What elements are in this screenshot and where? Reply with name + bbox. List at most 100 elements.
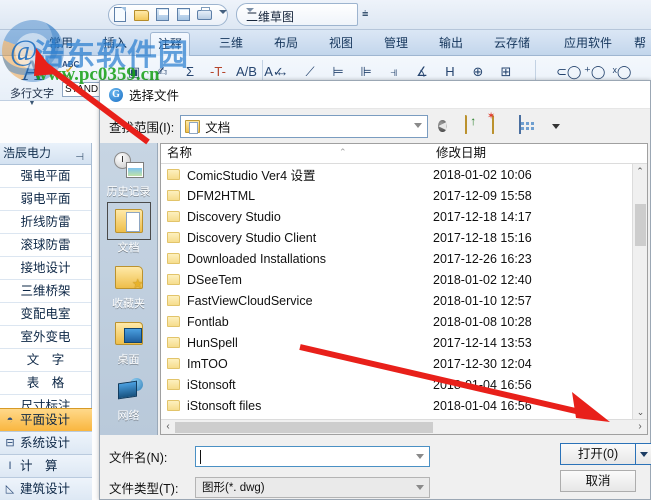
palette-item-shiwaibiandian[interactable]: 室外变电 [0, 326, 91, 349]
print-icon[interactable] [196, 5, 214, 25]
vertical-scroll-thumb[interactable] [635, 204, 646, 246]
favorites-icon [114, 265, 144, 292]
file-list[interactable]: 名称 修改日期 ⌃ ComicStudio Ver4 设置 2018-01-02 … [160, 143, 648, 435]
chevron-down-icon[interactable] [414, 122, 423, 128]
palette-category-jisuan[interactable]: I 计 算 [0, 454, 92, 477]
place-documents[interactable]: 文档 [100, 202, 157, 259]
tab-changyong[interactable]: 常用 [42, 32, 80, 56]
table-row[interactable]: Discovery Studio Client 2017-12-18 15:16 [161, 227, 632, 248]
dialog-body: 历史记录 文档 收藏夹 桌面 网络 名称 修改日期 ⌃ [100, 143, 650, 435]
new-file-icon[interactable] [112, 5, 130, 25]
table-row[interactable]: Discovery Studio 2017-12-18 14:17 [161, 206, 632, 227]
new-folder-button[interactable] [492, 115, 513, 136]
palette-category-jianzhusheji[interactable]: ◺ 建筑设计 [0, 477, 92, 500]
dialog-title-bar: G 选择文件 [100, 81, 650, 109]
up-one-level-button[interactable] [465, 115, 486, 136]
palette-item-qiangdian[interactable]: 强电平面 [0, 165, 91, 188]
file-date-cell: 2017-12-18 14:17 [433, 209, 532, 224]
palette-item-zhexianfanglei[interactable]: 折线防雷 [0, 211, 91, 234]
horizontal-scroll-thumb[interactable] [175, 422, 433, 433]
table-row[interactable]: Fontlab 2018-01-08 10:28 [161, 311, 632, 332]
table-row[interactable]: Downloaded Installations 2017-12-26 16:23 [161, 248, 632, 269]
palette-title-bar: 浩辰电力 ⊣ [0, 143, 91, 165]
chevron-down-icon[interactable] [246, 8, 254, 12]
text-caret [200, 449, 201, 464]
palette-category-list: ◓ 平面设计 ⊟ 系统设计 I 计 算 ◺ 建筑设计 [0, 408, 92, 500]
palette-item-sanweiqiaojia[interactable]: 三维桥架 [0, 280, 91, 303]
palette-item-jiedi[interactable]: 接地设计 [0, 257, 91, 280]
tab-guanli[interactable]: 管理 [377, 32, 415, 56]
file-name-cell: Discovery Studio Client [187, 230, 317, 245]
scroll-down-icon[interactable]: ⌄ [633, 405, 647, 419]
quick-access-toolbar: 二维草图 ⩧ [0, 0, 651, 30]
look-in-row: 查找范围(I): 文档 ◀ [100, 109, 650, 143]
tab-yingyong[interactable]: 应用软件 [557, 32, 619, 56]
table-row[interactable]: HunSpell 2017-12-14 13:53 [161, 332, 632, 353]
dialog-footer: 文件名(N): 文件类型(T): 图形(*. dwg) 打开(0) 取消 [100, 435, 651, 499]
table-row[interactable]: iStonsoft 2018-01-04 16:56 [161, 374, 632, 395]
place-favorites[interactable]: 收藏夹 [100, 259, 157, 315]
horizontal-scrollbar[interactable]: ‹ › [161, 419, 647, 434]
tab-buju[interactable]: 布局 [267, 32, 305, 56]
save-as-icon[interactable] [175, 5, 193, 25]
up-folder-icon [465, 115, 468, 134]
chevron-down-icon[interactable] [552, 123, 561, 129]
chevron-down-icon[interactable] [416, 453, 424, 459]
chevron-down-icon[interactable]: ▼ [6, 100, 58, 107]
palette-item-biaoge[interactable]: 表 格 [0, 372, 91, 395]
scroll-left-icon[interactable]: ‹ [161, 420, 175, 434]
chevron-down-icon[interactable] [416, 484, 424, 490]
file-name-label: 文件名(N): [109, 450, 168, 465]
table-row[interactable]: ImTOO 2017-12-30 12:04 [161, 353, 632, 374]
palette-category-label: 平面设计 [20, 413, 71, 427]
column-header-name[interactable]: 名称 [161, 144, 433, 163]
scroll-right-icon[interactable]: › [633, 420, 647, 434]
table-row[interactable]: DSeeTem 2018-01-02 12:40 [161, 269, 632, 290]
look-in-combo[interactable]: 文档 [180, 114, 429, 138]
open-folder-icon[interactable] [133, 5, 151, 25]
documents-icon [114, 209, 143, 233]
palette-item-biandianshi[interactable]: 变配电室 [0, 303, 91, 326]
file-type-select[interactable]: 图形(*. dwg) [195, 476, 430, 498]
spell-check-icon[interactable]: ABC [62, 60, 79, 76]
palette-category-xitongsheji[interactable]: ⊟ 系统设计 [0, 431, 92, 454]
back-button[interactable]: ◀ [438, 116, 459, 136]
file-name-input[interactable] [195, 445, 430, 467]
scroll-up-icon[interactable]: ⌃ [633, 164, 647, 178]
tab-bangzhu[interactable]: 帮 [627, 32, 651, 56]
tab-zhushi[interactable]: 注释 [150, 32, 191, 56]
quick-access-overflow-icon[interactable] [219, 10, 227, 14]
file-date-cell: 2017-12-18 15:16 [433, 230, 532, 245]
multiline-text-button[interactable]: A 多行文字 ▼ [6, 56, 58, 108]
palette-item-ruodian[interactable]: 弱电平面 [0, 188, 91, 211]
tab-yuncunchu[interactable]: 云存储 [487, 32, 537, 56]
column-header-date[interactable]: 修改日期 [433, 144, 647, 163]
tab-shitu[interactable]: 视图 [322, 32, 360, 56]
vertical-scrollbar[interactable]: ⌃ ⌄ [632, 164, 647, 419]
table-row[interactable]: FastViewCloudService 2018-01-10 12:57 [161, 290, 632, 311]
save-icon[interactable] [154, 5, 172, 25]
tab-charu[interactable]: 插入 [96, 32, 134, 56]
file-name-cell: iStonsoft files [187, 398, 262, 413]
pin-icon[interactable]: ⊣ [75, 147, 84, 168]
place-network[interactable]: 网络 [100, 371, 157, 427]
open-button[interactable]: 打开(0) [560, 443, 636, 465]
place-desktop[interactable]: 桌面 [100, 315, 157, 371]
cancel-button[interactable]: 取消 [560, 470, 636, 492]
file-date-cell: 2017-12-26 16:23 [433, 251, 532, 266]
open-dropdown-button[interactable] [636, 443, 651, 465]
tab-sanwei[interactable]: 三维 [212, 32, 250, 56]
toolbar-more-icon[interactable]: ⩧ [362, 8, 368, 21]
places-bar: 历史记录 文档 收藏夹 桌面 网络 [100, 143, 158, 435]
palette-item-gunqiufanglei[interactable]: 滚球防雷 [0, 234, 91, 257]
place-history[interactable]: 历史记录 [100, 147, 157, 203]
views-button[interactable] [519, 115, 549, 136]
power-palette: 浩辰电力 ⊣ 强电平面 弱电平面 折线防雷 滚球防雷 接地设计 三维桥架 变配电… [0, 143, 92, 500]
table-row[interactable]: DFM2HTML 2017-12-09 15:58 [161, 185, 632, 206]
table-row[interactable]: iStonsoft files 2018-01-04 16:56 [161, 395, 632, 416]
workspace-combo[interactable]: 二维草图 [236, 3, 358, 26]
palette-category-pingmiansheji[interactable]: ◓ 平面设计 [0, 408, 92, 431]
table-row[interactable]: ComicStudio Ver4 设置 2018-01-02 10:06 [161, 164, 632, 185]
tab-shuchu[interactable]: 输出 [432, 32, 470, 56]
palette-item-wenzi[interactable]: 文 字 [0, 349, 91, 372]
